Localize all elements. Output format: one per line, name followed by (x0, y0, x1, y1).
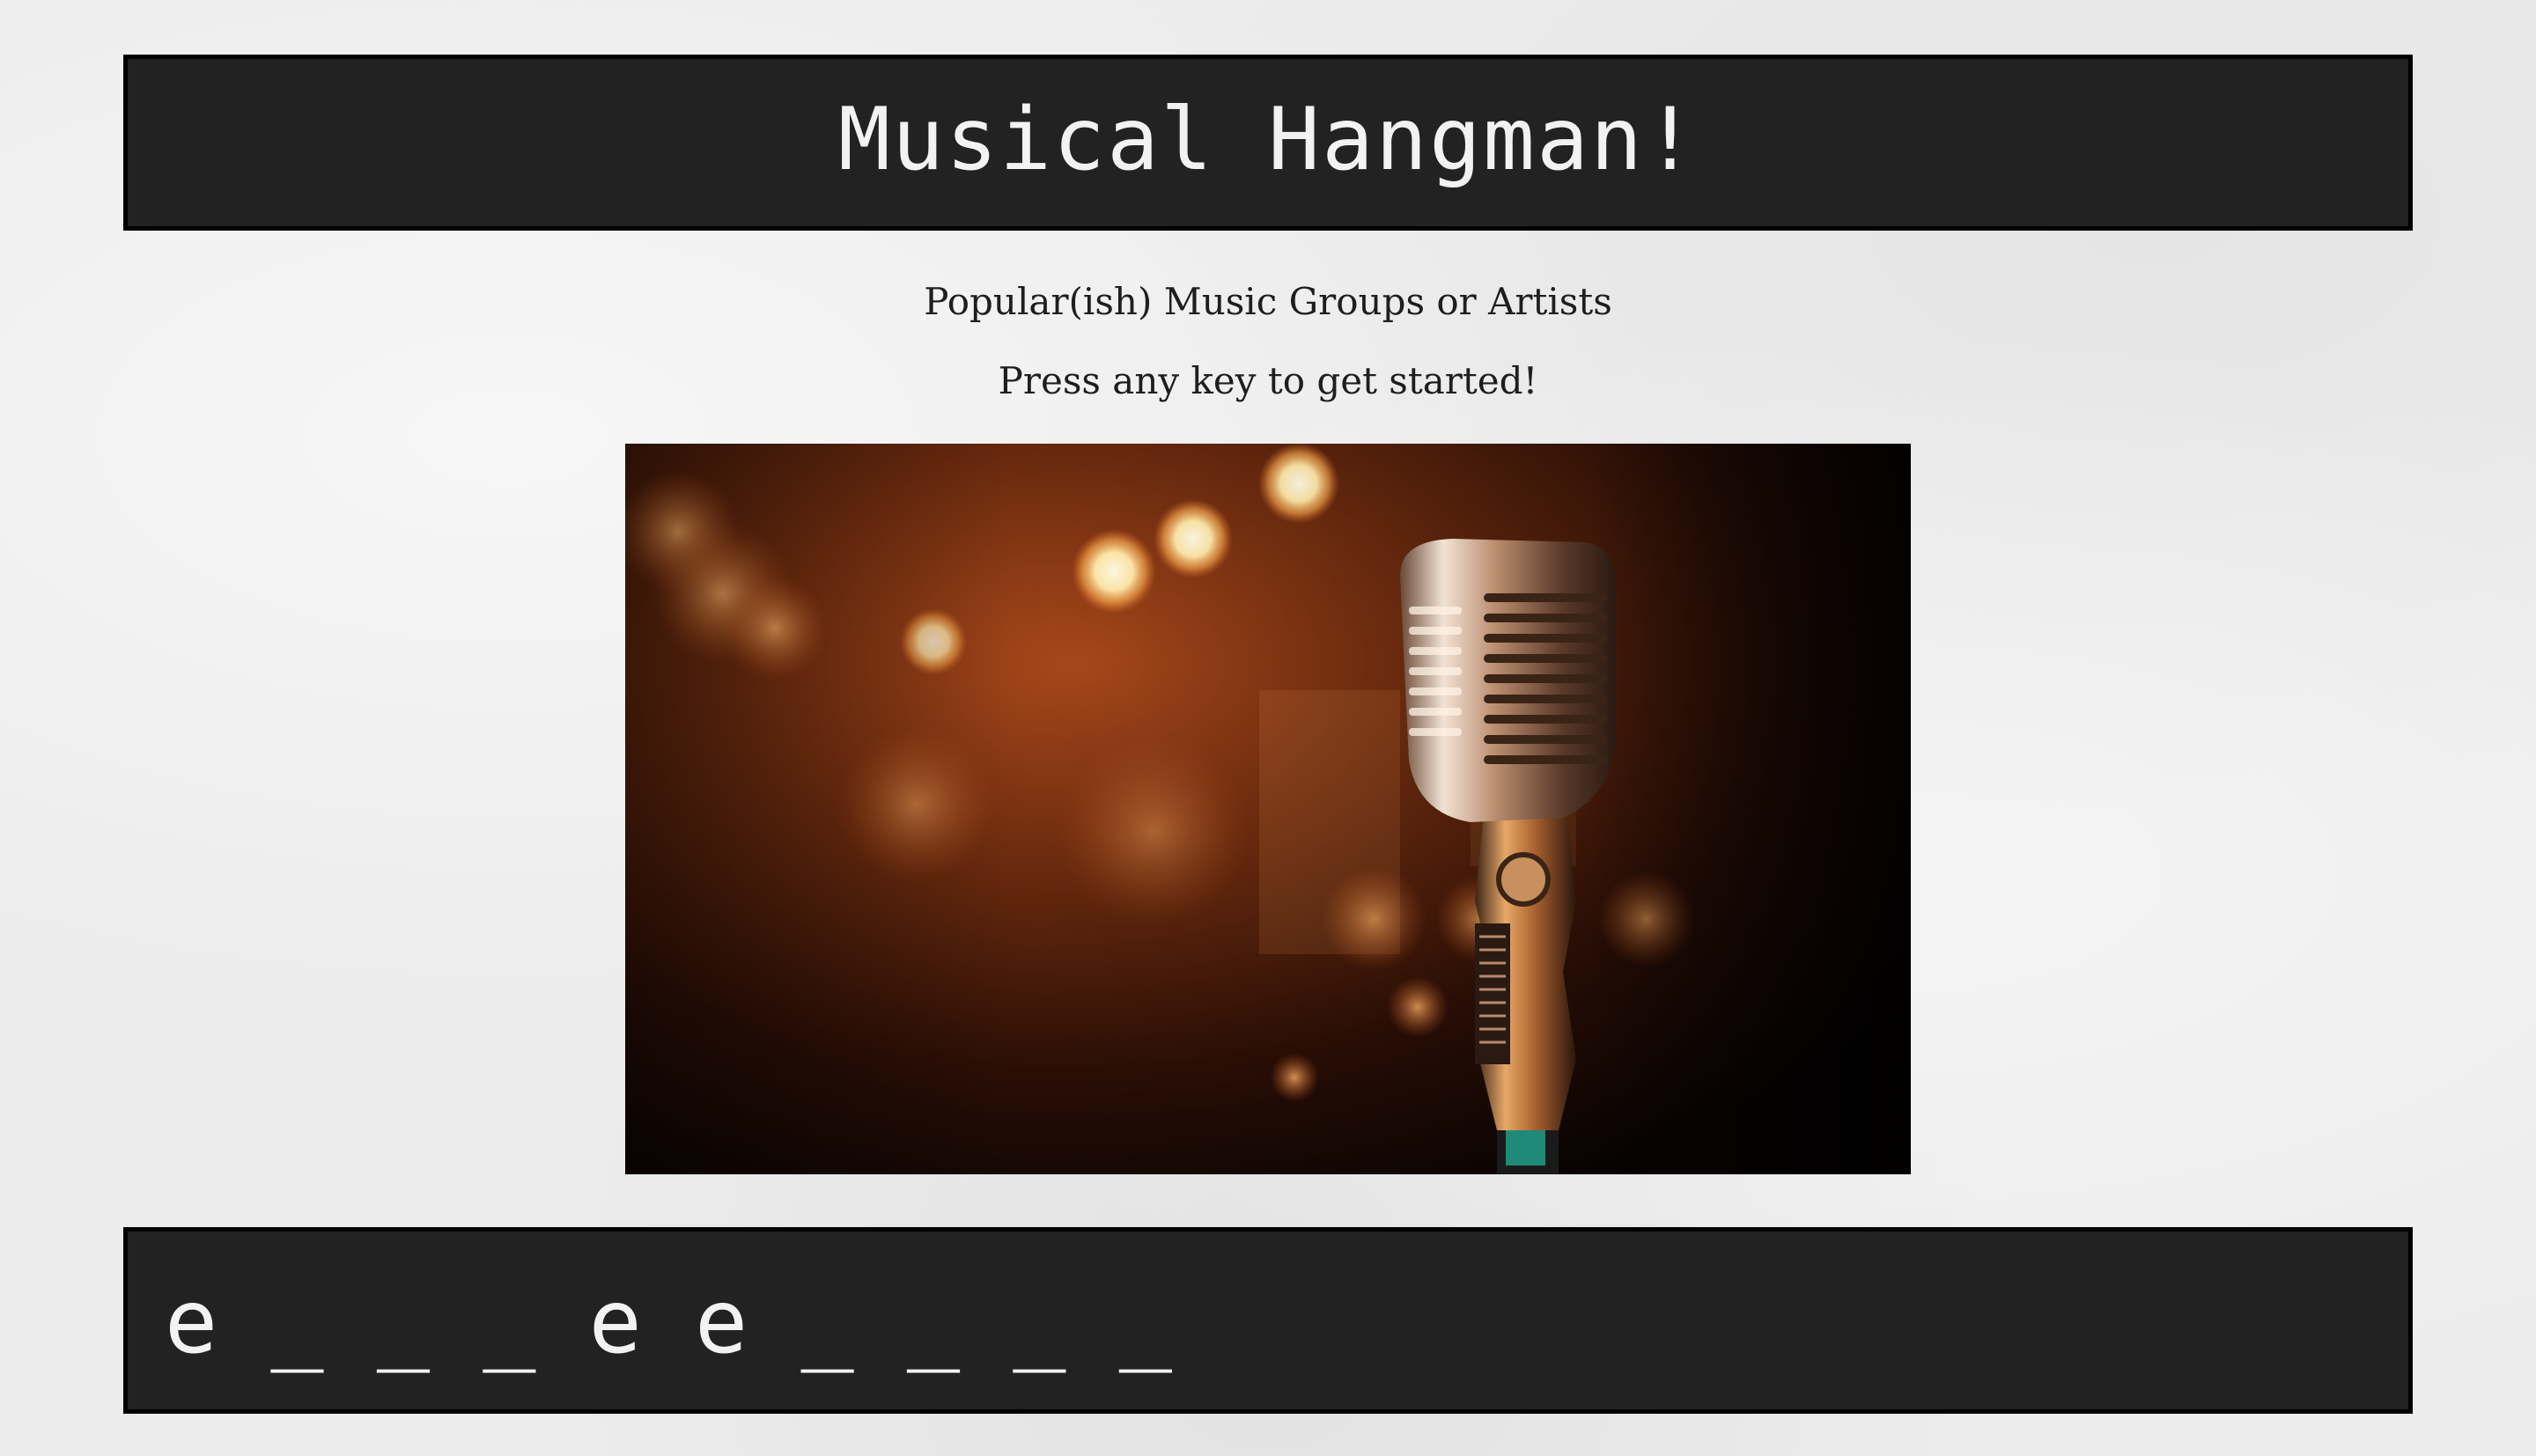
category-label: Popular(ish) Music Groups or Artists (924, 280, 1612, 323)
hidden-word: e _ _ _ e e _ _ _ _ (165, 1269, 1172, 1373)
start-prompt: Press any key to get started! (998, 359, 1538, 402)
microphone-image (625, 444, 1911, 1174)
page-title: Musical Hangman! (837, 90, 1698, 190)
title-banner: Musical Hangman! (123, 55, 2413, 231)
word-display-panel: e _ _ _ e e _ _ _ _ (123, 1227, 2413, 1414)
